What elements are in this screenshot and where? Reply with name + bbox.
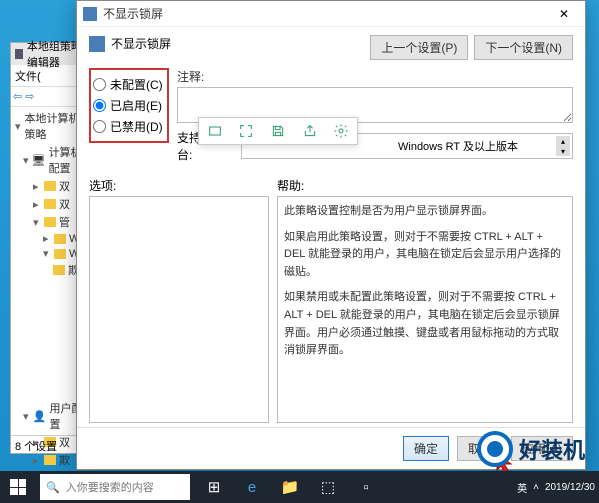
tree-node[interactable]: 双 [59, 178, 70, 194]
radio-disabled-input[interactable] [93, 120, 106, 133]
expand-icon[interactable]: ▾ [15, 120, 22, 133]
taskbar: 🔍 入你要搜索的内容 ⊞ e 📁 ⬚ ▫ 英 ˄ 2019/12/30 [0, 471, 599, 503]
expand-icon[interactable]: ▾ [33, 216, 41, 229]
gpedit-icon [15, 49, 23, 59]
scroll-up-icon[interactable]: ▴ [556, 136, 570, 146]
folder-icon [54, 249, 66, 259]
nav-arrows-icon[interactable]: ⇦ ⇨ [13, 90, 35, 103]
policy-dialog: 不显示锁屏 ✕ 不显示锁屏 上一个设置(P) 下一个设置(N) 未配置(C) [76, 0, 586, 470]
close-button[interactable]: ✕ [549, 4, 579, 24]
file-explorer-icon[interactable]: 📁 [272, 471, 308, 503]
folder-icon [44, 217, 56, 227]
search-icon: 🔍 [46, 481, 60, 494]
radio-not-configured[interactable]: 未配置(C) [93, 74, 165, 95]
scroll-down-icon[interactable]: ▾ [556, 146, 570, 156]
user-config-icon: 👤 [33, 410, 47, 423]
edge-icon[interactable]: e [234, 471, 270, 503]
fullscreen-icon[interactable] [231, 118, 263, 144]
brand-logo-icon [477, 431, 513, 467]
dialog-title: 不显示锁屏 [103, 5, 543, 22]
search-placeholder: 入你要搜索的内容 [66, 479, 154, 495]
previous-setting-button[interactable]: 上一个设置(P) [370, 35, 468, 60]
help-label: 帮助: [277, 177, 573, 194]
tree-node[interactable]: 双 [59, 196, 70, 212]
expand-icon[interactable]: ▸ [33, 454, 41, 467]
expand-icon[interactable]: ▾ [23, 154, 29, 167]
help-box[interactable]: 此策略设置控制是否为用户显示锁屏界面。 如果启用此策略设置，则对于不需要按 CT… [277, 196, 573, 423]
save-icon[interactable] [262, 118, 294, 144]
folder-icon [44, 455, 56, 465]
windows-logo-icon [10, 479, 26, 495]
radio-enabled-input[interactable] [93, 99, 106, 112]
folder-icon [53, 265, 65, 275]
help-paragraph: 如果启用此策略设置，则对于不需要按 CTRL + ALT + DEL 就能登录的… [284, 229, 566, 282]
task-view-icon[interactable]: ⊞ [196, 471, 232, 503]
policy-name-label: 不显示锁屏 [111, 35, 171, 52]
radio-not-configured-input[interactable] [93, 78, 106, 91]
help-paragraph: 此策略设置控制是否为用户显示锁屏界面。 [284, 203, 566, 221]
system-tray[interactable]: 英 ˄ 2019/12/30 [513, 480, 599, 495]
brand-text: 好装机 [519, 433, 585, 465]
taskbar-search[interactable]: 🔍 入你要搜索的内容 [40, 474, 190, 500]
next-setting-button[interactable]: 下一个设置(N) [474, 35, 573, 60]
options-label: 选项: [89, 177, 269, 194]
start-button[interactable] [0, 471, 36, 503]
radio-disabled[interactable]: 已禁用(D) [93, 116, 165, 137]
folder-icon [44, 181, 56, 191]
tree-node[interactable]: 管 [59, 214, 70, 230]
state-radio-group: 未配置(C) 已启用(E) 已禁用(D) [89, 68, 169, 143]
gpedit-task-icon[interactable]: ▫ [348, 471, 384, 503]
tree-node[interactable]: 欺 [59, 452, 70, 468]
radio-enabled[interactable]: 已启用(E) [93, 95, 165, 116]
screenshot-toolbar [198, 117, 358, 145]
snipping-tool-icon[interactable]: ⬚ [310, 471, 346, 503]
policy-icon [89, 36, 105, 52]
comment-label: 注释: [177, 68, 573, 85]
expand-icon[interactable]: ▸ [43, 232, 51, 245]
gear-icon[interactable] [325, 118, 357, 144]
chevron-up-icon[interactable]: ˄ [533, 482, 539, 493]
share-icon[interactable] [294, 118, 326, 144]
date-text: 2019/12/30 [545, 482, 595, 493]
expand-icon[interactable]: ▾ [43, 247, 51, 260]
menu-file[interactable]: 文件( [15, 68, 41, 84]
folder-icon [44, 199, 56, 209]
computer-config-icon: 🖥 [32, 154, 46, 167]
expand-icon[interactable]: ▾ [23, 410, 30, 423]
options-box[interactable] [89, 196, 269, 423]
rectangle-tool-icon[interactable] [199, 118, 231, 144]
dialog-icon [83, 7, 97, 21]
ok-button[interactable]: 确定 [403, 436, 449, 461]
clock[interactable]: 2019/12/30 [545, 482, 595, 493]
folder-icon [54, 234, 66, 244]
expand-icon[interactable]: ▸ [33, 180, 41, 193]
ime-indicator[interactable]: 英 [517, 480, 527, 495]
dialog-titlebar[interactable]: 不显示锁屏 ✕ [77, 1, 585, 27]
platform-text: Windows RT 及以上版本 [398, 138, 518, 154]
expand-icon[interactable]: ▸ [33, 198, 41, 211]
help-paragraph: 如果禁用或未配置此策略设置，则对于不需要按 CTRL + ALT + DEL 就… [284, 289, 566, 359]
brand-watermark: 好装机 [477, 431, 585, 467]
